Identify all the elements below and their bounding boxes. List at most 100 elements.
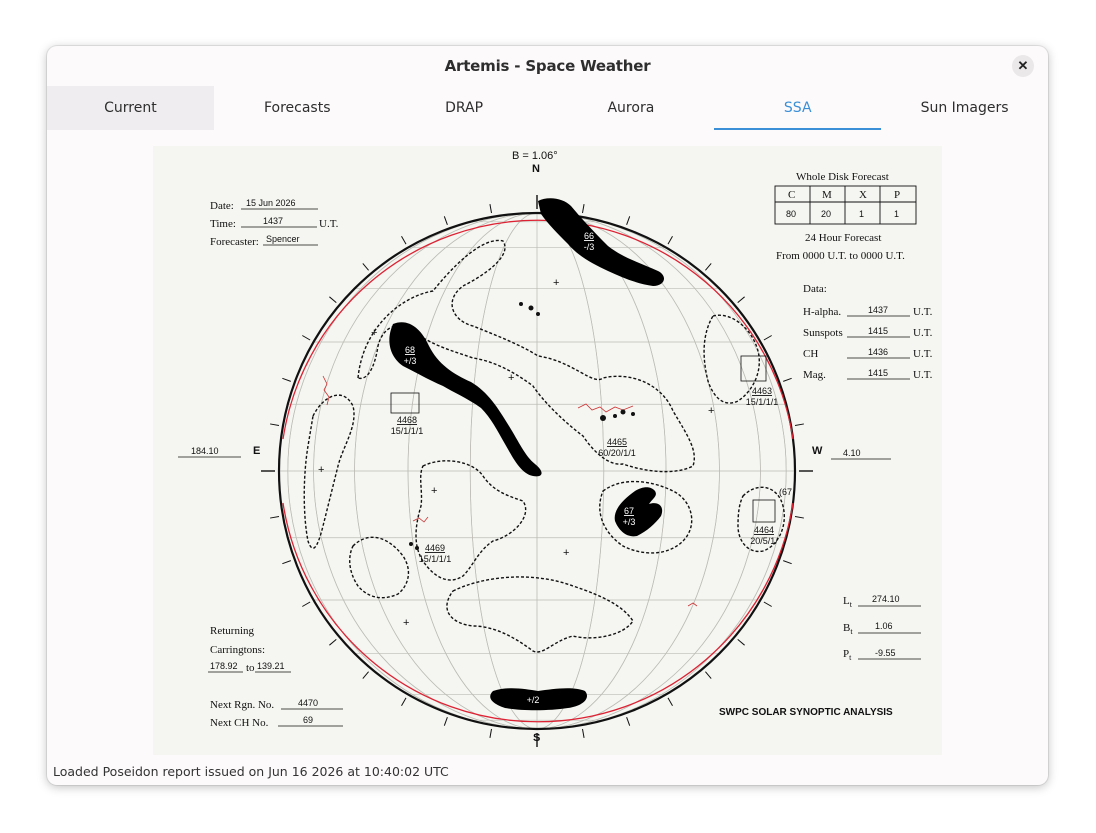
- app-window: Artemis - Space Weather ✕ Current Foreca…: [47, 46, 1048, 785]
- limb-tick: [783, 377, 792, 382]
- north-label: N: [532, 163, 540, 175]
- neutral-lines: [303, 239, 785, 653]
- forecast-values: 80 20 1 1: [786, 209, 899, 219]
- time-value: 1437: [263, 216, 283, 226]
- forecast-range: From 0000 U.T. to 0000 U.T.: [776, 250, 905, 262]
- data-row-label: H-alpha.: [803, 306, 841, 318]
- next-rgn-value: 4470: [298, 698, 318, 708]
- data-row-unit: U.T.: [913, 327, 933, 339]
- time-label: Time:: [210, 218, 236, 230]
- carr-to-label: to: [246, 662, 255, 674]
- forecast-value-p: 1: [894, 209, 899, 219]
- status-bar-text: Loaded Poseidon report issued on Jun 16 …: [53, 764, 449, 779]
- limb-tick: [705, 671, 712, 679]
- limb-tick: [794, 423, 804, 426]
- pt-label: Pt: [843, 648, 852, 662]
- region-4463-num: 4463: [752, 386, 772, 396]
- limb-tick: [282, 377, 291, 382]
- svg-text:+: +: [708, 405, 714, 417]
- coronal-hole-labels: 66 -/3 68 +/3 67 +/3 +/2: [404, 231, 636, 705]
- forecaster-label: Forecaster:: [210, 236, 259, 248]
- heliographic-values: 274.10 1.06 -9.55: [872, 594, 900, 658]
- forecast-header-c: C: [788, 189, 795, 201]
- limb-tick: [582, 204, 585, 214]
- data-row-label: CH: [803, 348, 818, 360]
- limb-red-trace: [282, 219, 794, 440]
- region-4468-num: 4468: [397, 415, 417, 425]
- data-row-unit: U.T.: [913, 348, 933, 360]
- forecast-header-p: P: [894, 189, 900, 201]
- svg-text:+: +: [553, 277, 559, 289]
- limb-tick: [401, 697, 407, 706]
- forecast-value-c: 80: [786, 209, 796, 219]
- carr-from-value: 178.92: [210, 661, 238, 671]
- tab-drap[interactable]: DRAP: [381, 86, 548, 130]
- ch-68-sign: +/3: [404, 356, 417, 366]
- dashed-boundary-small: [349, 536, 410, 599]
- bt-label: Bt: [843, 622, 853, 636]
- region-box-4468: [390, 392, 420, 414]
- tab-ssa[interactable]: SSA: [714, 86, 881, 130]
- forecast-value-m: 20: [821, 209, 831, 219]
- spot-clusters: [409, 302, 635, 550]
- data-rows: H-alpha. 1437 U.T. Sunspots 1415 U.T. CH 1436 U.…: [803, 305, 933, 381]
- limb-tick: [302, 335, 311, 341]
- footer-title: SWPC SOLAR SYNOPTIC ANALYSIS: [719, 707, 893, 718]
- limb-tick: [401, 236, 407, 245]
- west-label: W: [812, 445, 823, 457]
- data-label: Data:: [803, 283, 827, 295]
- limb-tick: [489, 204, 492, 214]
- title-bar: Artemis - Space Weather ✕: [47, 46, 1048, 86]
- date-label: Date:: [210, 200, 234, 212]
- limb-tick: [362, 263, 369, 271]
- svg-text:+: +: [371, 327, 377, 339]
- forecast-headers: C M X P: [788, 189, 900, 201]
- close-button[interactable]: ✕: [1012, 55, 1034, 77]
- east-label: E: [253, 445, 260, 457]
- time-unit: U.T.: [319, 218, 339, 230]
- ch-68-num: 68: [405, 345, 415, 355]
- limb-tick: [626, 216, 631, 225]
- carr-to-value: 139.21: [257, 661, 285, 671]
- tab-sun-imagers[interactable]: Sun Imagers: [881, 86, 1048, 130]
- data-row-unit: U.T.: [913, 306, 933, 318]
- data-row-value: 1437: [868, 305, 888, 315]
- limb-tick: [362, 671, 369, 679]
- ch-66-num: 66: [584, 231, 594, 241]
- ch-south-sign: +/2: [527, 695, 540, 705]
- data-row-label: Mag.: [803, 369, 826, 381]
- tab-aurora[interactable]: Aurora: [547, 86, 714, 130]
- svg-text:+: +: [563, 547, 569, 559]
- limb-tick: [282, 560, 291, 565]
- tab-forecasts[interactable]: Forecasts: [214, 86, 381, 130]
- window-title: Artemis - Space Weather: [444, 57, 651, 75]
- east-longitude: 184.10: [191, 446, 219, 456]
- date-value: 15 Jun 2026: [246, 198, 296, 208]
- limb-red-trace-lower: [282, 502, 794, 723]
- forecast-title: Whole Disk Forecast: [796, 171, 889, 183]
- svg-text:+: +: [403, 617, 409, 629]
- limb-tick: [626, 717, 631, 726]
- coronal-hole-66: [538, 198, 665, 286]
- pt-value: -9.55: [875, 648, 896, 658]
- limb-tick: [329, 296, 337, 303]
- dashed-boundary-east: [303, 394, 355, 549]
- next-ch-label: Next CH No.: [210, 717, 269, 729]
- bt-value: 1.06: [875, 621, 893, 631]
- forecaster-value: Spencer: [266, 234, 300, 244]
- limb-tick: [737, 296, 745, 303]
- tab-current[interactable]: Current: [47, 86, 214, 130]
- forecast-24h: 24 Hour Forecast: [805, 232, 881, 244]
- carringtons-label: Carringtons:: [210, 644, 265, 656]
- data-row-unit: U.T.: [913, 369, 933, 381]
- next-ch-value: 69: [303, 715, 313, 725]
- data-row-label: Sunspots: [803, 327, 843, 339]
- limb-tick: [783, 560, 792, 565]
- heliographic-params: Lt Bt Pt: [843, 595, 853, 662]
- returning-label: Returning: [210, 625, 254, 637]
- svg-text:+: +: [431, 485, 437, 497]
- synoptic-map-svg: +++ +++ ++ Date: Time: U.T. Forecaster: …: [178, 150, 933, 747]
- region-4463-class: 15/1/1/1: [746, 397, 779, 407]
- forecast-header-m: M: [822, 189, 832, 201]
- returning-block: Returning Carringtons: to Next Rgn. No. …: [210, 625, 274, 729]
